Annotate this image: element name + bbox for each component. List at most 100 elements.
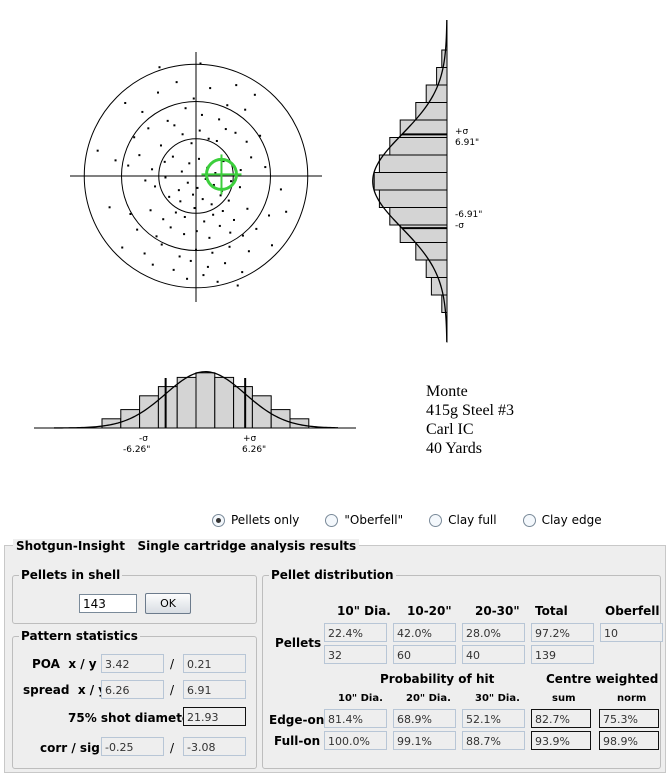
ok-button[interactable]: OK: [145, 593, 191, 614]
pellet-hit: [234, 131, 237, 134]
pellet-hit: [188, 162, 191, 165]
pellet-distribution-group: Pellet distribution 10" Dia. 10-20" 20-3…: [262, 568, 663, 769]
pellet-hit: [255, 227, 258, 230]
pellet-hit: [175, 81, 178, 84]
pellet-hit: [200, 113, 203, 116]
pellet-hit: [238, 186, 241, 189]
corr-field: -0.25: [101, 737, 164, 756]
full-sum-field: 93.9%: [531, 731, 591, 750]
pellet-hit: [268, 214, 271, 217]
pellet-hit: [164, 176, 167, 179]
pellet-hit: [226, 104, 229, 107]
pellet-hit: [178, 255, 181, 258]
pellet-hit: [202, 274, 205, 277]
spread-y-field: 6.91: [183, 680, 246, 699]
header-10-dia: 10" Dia.: [337, 604, 391, 618]
sig-field: -3.08: [183, 737, 246, 756]
pellets-row-label: Pellets: [275, 636, 322, 650]
radio-clay-edge[interactable]: Clay edge: [522, 513, 602, 527]
vhist-bar: [389, 207, 448, 226]
pattern-target: [70, 52, 322, 302]
vhist-minus-value: -6.91": [455, 210, 482, 220]
spread-x-field: 6.26: [101, 680, 164, 699]
pellet-hit: [151, 168, 154, 171]
full-30-field: 88.7%: [462, 731, 525, 750]
hhist-bar: [214, 376, 235, 429]
vhist-bar: [389, 137, 448, 156]
pellet-hit: [209, 87, 212, 90]
vhist-bar: [436, 67, 448, 86]
pellet-hit: [241, 271, 244, 274]
pellet-hit: [173, 124, 176, 127]
pellets-in-shell-title: Pellets in shell: [19, 568, 123, 582]
pattern-plot: +σ 6.91" -6.91" -σ -σ -6.26" +σ 6.26": [34, 19, 482, 455]
pellet-hit: [207, 137, 210, 140]
poa-x-field: 3.42: [101, 654, 164, 673]
radio-label: Clay full: [448, 513, 497, 527]
radio-pellets-only[interactable]: Pellets only: [212, 513, 299, 527]
pellet-hit: [224, 128, 227, 131]
pellet-hit: [189, 259, 192, 262]
pellet-hit: [247, 250, 250, 253]
pellet-hit: [216, 280, 219, 283]
hhist-plus-sigma: +σ: [243, 434, 257, 444]
vhist-bar: [378, 189, 448, 208]
pellet-hit: [141, 110, 144, 113]
pellet-hit: [210, 203, 213, 206]
pellet-hit: [285, 210, 288, 213]
pellets-in-shell-input[interactable]: 143: [79, 594, 137, 613]
pellet-hit: [245, 140, 248, 143]
pellet-hit: [183, 233, 186, 236]
pellet-hit: [279, 188, 282, 191]
pellet-hit: [171, 155, 174, 158]
pellet-hit: [219, 194, 222, 197]
hhist-bar: [176, 376, 197, 429]
pellet-hit: [246, 207, 249, 210]
count-total-field: 139: [531, 645, 594, 664]
hhist-plus-value: 6.26": [242, 445, 266, 455]
oberfell-field: 10: [600, 623, 663, 642]
pellet-hit: [136, 228, 139, 231]
pellet-hit: [147, 127, 150, 130]
pellet-hit: [174, 211, 177, 214]
hhist-bar: [195, 372, 216, 429]
poa-y-field: 0.21: [183, 654, 246, 673]
corr-label: corr / sig: [40, 741, 100, 755]
pellet-hit: [158, 66, 161, 69]
edge-norm-field: 75.3%: [599, 709, 659, 728]
vhist-bar: [415, 242, 448, 261]
pellet-hit: [172, 268, 175, 271]
poa-label: POA x / y: [32, 657, 97, 671]
spread-label: spread x / y: [23, 683, 107, 697]
pellet-hit: [196, 186, 199, 189]
radio-empty-icon: [429, 513, 443, 527]
pellet-hit: [181, 133, 184, 136]
vhist-minus-sigma: -σ: [455, 221, 464, 231]
pellet-hit: [138, 154, 141, 157]
count-10-field: 32: [324, 645, 387, 664]
pellet-hit: [230, 180, 233, 183]
radio-oberfell[interactable]: "Oberfell": [325, 513, 403, 527]
pellet-hit: [239, 169, 242, 172]
pellet-hit: [149, 209, 152, 212]
pellet-hit: [197, 157, 200, 160]
pellet-hit: [198, 129, 201, 132]
radio-clay-full[interactable]: Clay full: [429, 513, 497, 527]
pellet-hit: [229, 231, 232, 234]
radio-selected-icon: [212, 513, 225, 527]
header-oberfell: Oberfell: [605, 604, 660, 618]
pellet-hit: [212, 213, 215, 216]
pellet-hit: [144, 179, 147, 182]
pellets-in-shell-group: Pellets in shell 143 OK: [12, 568, 257, 624]
pellet-hit: [151, 263, 154, 266]
header-10-20: 10-20": [407, 604, 452, 618]
results-panel: Shotgun-Insight Single cartridge analysi…: [4, 539, 666, 773]
pellet-hit: [160, 243, 163, 246]
pellet-hit: [121, 246, 124, 249]
vertical-distribution-histogram: [372, 19, 448, 343]
pellet-hit: [168, 195, 171, 198]
edge-20-field: 68.9%: [393, 709, 456, 728]
pellet-hit: [129, 212, 132, 215]
prob-header-sum: sum: [552, 693, 576, 704]
pellet-hit: [236, 284, 239, 287]
